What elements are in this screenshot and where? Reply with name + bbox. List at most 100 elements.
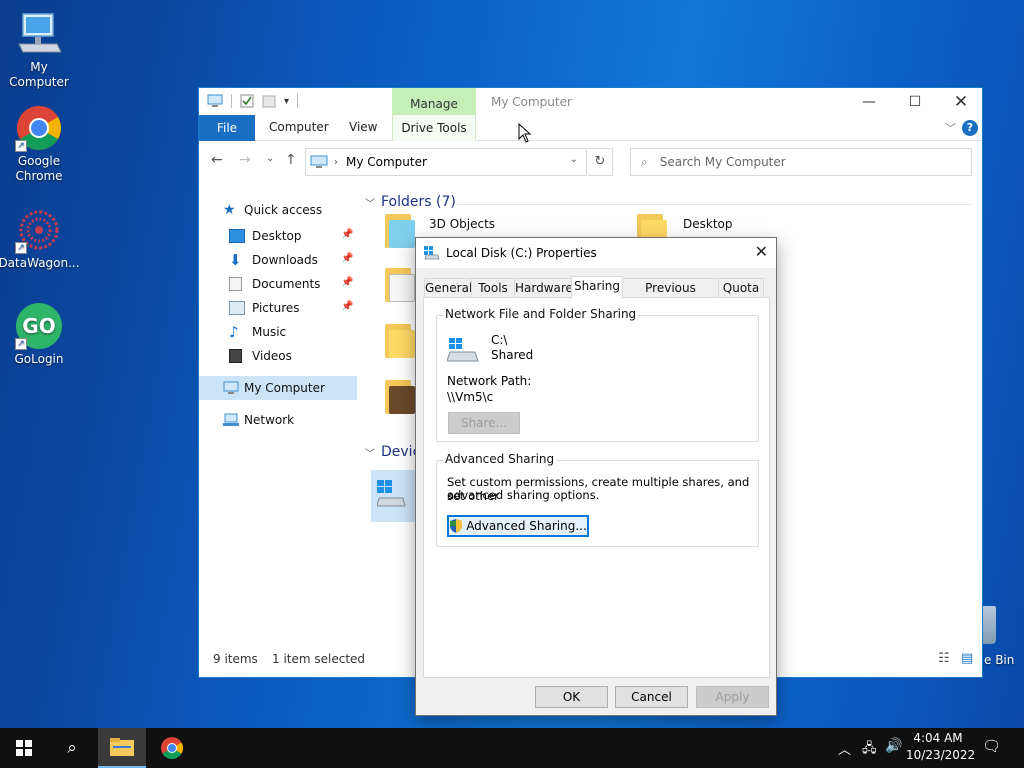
nav-item-downloads[interactable]: ⬇ Downloads 📌 (199, 248, 357, 272)
navigation-pane: ★ Quick access Desktop 📌 ⬇ Downloads 📌 D… (199, 196, 357, 432)
desktop-icon-my-computer[interactable]: My Computer (0, 10, 78, 90)
tray-overflow-chevron-icon[interactable]: ︿ (838, 739, 851, 758)
ok-button[interactable]: OK (535, 686, 608, 708)
advanced-sharing-button[interactable]: Advanced Sharing... (447, 515, 589, 537)
selection-count: 1 item selected (272, 652, 366, 666)
pictures-icon (229, 301, 245, 315)
folder-videos-icon[interactable] (385, 380, 415, 414)
sharing-tab-panel: Network File and Folder Sharing C:\ Shar… (423, 297, 770, 678)
cancel-button[interactable]: Cancel (615, 686, 688, 708)
search-box[interactable]: ⌕ Search My Computer (630, 148, 972, 176)
tab-general[interactable]: General (424, 278, 472, 298)
clock-time[interactable]: 4:04 AM (906, 731, 970, 745)
network-path-value[interactable]: \\Vm5\c (447, 390, 493, 404)
window-title: My Computer (491, 95, 572, 109)
expand-ribbon-chevron-icon[interactable]: ﹀ (945, 120, 956, 136)
collapse-chevron-icon[interactable]: ﹀ (365, 445, 375, 460)
customize-toolbar-chevron-icon[interactable]: ▾ (284, 96, 289, 107)
dialog-close-icon[interactable]: ✕ (755, 242, 768, 261)
chrome-icon: ↗ (15, 104, 63, 152)
explorer-titlebar[interactable]: ▾ Manage My Computer — ☐ ✕ (199, 88, 982, 115)
file-explorer-taskbar-button[interactable] (98, 728, 146, 768)
folder-label[interactable]: Desktop (683, 217, 733, 231)
help-icon[interactable]: ? (962, 120, 978, 136)
group-divider (457, 204, 972, 205)
computer-icon (15, 10, 63, 58)
close-button[interactable]: ✕ (938, 88, 984, 115)
item-count: 9 items (213, 652, 258, 666)
nav-item-pictures[interactable]: Pictures 📌 (199, 296, 357, 320)
nav-item-music[interactable]: ♪ Music (199, 320, 357, 344)
windows-logo-icon (16, 740, 32, 756)
pin-icon[interactable]: 📌 (341, 301, 353, 312)
address-dropdown-chevron-icon[interactable]: ⌄ (570, 154, 578, 165)
nav-item-desktop[interactable]: Desktop 📌 (199, 224, 357, 248)
collapse-chevron-icon[interactable]: ﹀ (365, 195, 375, 210)
desktop-icon-datawagon[interactable]: ↗ DataWagon... (0, 206, 80, 271)
tab-tools[interactable]: Tools (471, 278, 515, 298)
music-note-icon: ♪ (229, 323, 239, 341)
action-center-icon[interactable]: 🗨 (982, 737, 1001, 755)
nav-item-label: Videos (252, 349, 292, 363)
nav-item-documents[interactable]: Documents 📌 (199, 272, 357, 296)
minimize-button[interactable]: — (846, 88, 892, 115)
desktop-icon-gologin[interactable]: GO ↗ GoLogin (0, 302, 78, 367)
pin-icon[interactable]: 📌 (341, 229, 353, 240)
document-icon (229, 277, 242, 291)
volume-tray-icon[interactable]: 🔊 (885, 738, 902, 754)
network-path-label: Network Path: (447, 374, 532, 388)
nav-item-label: Downloads (252, 253, 318, 267)
folder-3d-objects-icon[interactable] (385, 214, 415, 248)
nav-item-quick-access[interactable]: ★ Quick access (199, 196, 357, 224)
group-title: Advanced Sharing (443, 452, 557, 466)
start-button[interactable] (0, 728, 48, 768)
folder-documents-icon[interactable] (385, 268, 415, 302)
ribbon-tab-computer[interactable]: Computer (269, 120, 329, 134)
back-arrow-icon[interactable]: ← (211, 152, 223, 168)
recent-locations-chevron-icon[interactable]: ⌄ (266, 153, 274, 164)
network-tray-icon[interactable]: 🖧 (862, 739, 877, 761)
manage-contextual-tab[interactable]: Manage (392, 88, 476, 115)
pin-icon[interactable]: 📌 (341, 253, 353, 264)
large-icons-view-icon[interactable]: ▤ (961, 651, 973, 666)
nav-item-videos[interactable]: Videos (199, 344, 357, 368)
ribbon-tab-view[interactable]: View (349, 120, 377, 134)
pin-icon[interactable]: 📌 (341, 277, 353, 288)
computer-icon (207, 94, 223, 107)
folder-label[interactable]: 3D Objects (429, 217, 495, 231)
nav-item-network[interactable]: Network (199, 408, 357, 432)
folders-group-header[interactable]: ﹀ Folders (7) (365, 194, 456, 210)
tab-previous-versions[interactable]: Previous Versions (622, 278, 719, 313)
devices-group-header[interactable]: ﹀ Devic (365, 444, 420, 460)
refresh-icon[interactable]: ↻ (588, 148, 613, 176)
ribbon-tab-file[interactable]: File (199, 115, 255, 141)
tab-sharing[interactable]: Sharing (571, 276, 623, 299)
details-view-icon[interactable]: ☷ (938, 651, 950, 666)
address-bar[interactable]: › My Computer ⌄ (305, 148, 587, 176)
maximize-button[interactable]: ☐ (892, 88, 938, 115)
apply-button[interactable]: Apply (696, 686, 769, 708)
search-icon: ⌕ (641, 154, 648, 169)
desktop-icon-google-chrome[interactable]: ↗ Google Chrome (0, 104, 78, 184)
new-folder-icon[interactable] (262, 94, 276, 108)
dialog-titlebar[interactable]: Local Disk (C:) Properties ✕ (416, 238, 776, 268)
shortcut-arrow-icon: ↗ (15, 242, 27, 254)
nav-item-my-computer[interactable]: My Computer (199, 376, 357, 400)
folder-music-icon[interactable] (385, 324, 415, 358)
up-arrow-icon[interactable]: ↑ (285, 152, 297, 168)
computer-icon (223, 381, 239, 394)
tab-quota[interactable]: Quota (718, 278, 764, 298)
local-disk-tile-selected[interactable] (371, 470, 415, 522)
chrome-taskbar-button[interactable] (148, 728, 196, 768)
properties-icon[interactable] (240, 94, 254, 108)
advanced-sharing-group: Advanced Sharing Set custom permissions,… (436, 452, 759, 547)
computer-icon (310, 155, 328, 168)
share-button[interactable]: Share... (448, 412, 520, 434)
forward-arrow-icon[interactable]: → (239, 152, 251, 168)
tab-hardware[interactable]: Hardware (514, 278, 573, 298)
clock-date[interactable]: 10/23/2022 (906, 748, 975, 762)
ribbon-tab-drive-tools[interactable]: Drive Tools (392, 115, 476, 141)
sharing-state: Shared (491, 348, 534, 362)
group-title: Network File and Folder Sharing (443, 307, 639, 321)
search-taskbar-icon[interactable]: ⌕ (48, 728, 96, 768)
